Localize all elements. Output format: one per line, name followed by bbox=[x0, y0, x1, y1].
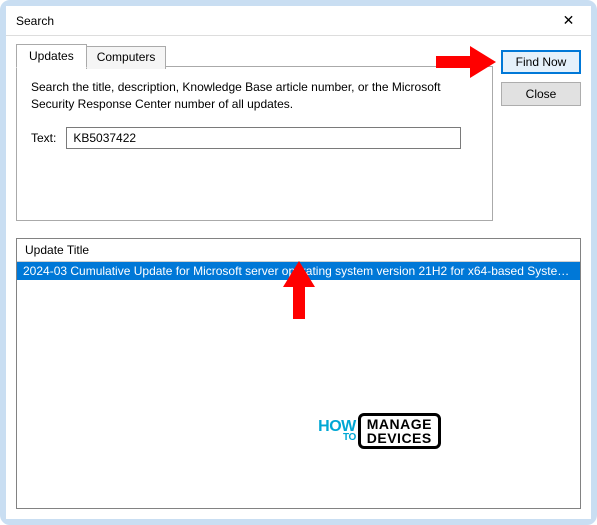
tab-updates[interactable]: Updates bbox=[16, 44, 87, 68]
search-text-input[interactable] bbox=[66, 127, 461, 149]
results-list: 2024-03 Cumulative Update for Microsoft … bbox=[17, 262, 580, 508]
close-label: Close bbox=[526, 87, 557, 101]
top-area: Updates Computers Search the title, desc… bbox=[16, 44, 581, 222]
search-dialog: Search ✕ Updates Computers Search the ti… bbox=[6, 6, 591, 519]
find-now-label: Find Now bbox=[516, 55, 567, 69]
text-label: Text: bbox=[31, 131, 56, 145]
result-row[interactable]: 2024-03 Cumulative Update for Microsoft … bbox=[17, 262, 580, 280]
results-header[interactable]: Update Title bbox=[17, 239, 580, 262]
tab-panel: Updates Computers Search the title, desc… bbox=[16, 44, 493, 222]
side-buttons: Find Now Close bbox=[501, 44, 581, 222]
tab-strip: Updates Computers bbox=[16, 44, 493, 67]
close-button[interactable]: Close bbox=[501, 82, 581, 106]
instruction-text: Search the title, description, Knowledge… bbox=[31, 79, 478, 113]
titlebar: Search ✕ bbox=[6, 6, 591, 36]
text-row: Text: bbox=[31, 127, 478, 149]
content-area: Updates Computers Search the title, desc… bbox=[6, 36, 591, 519]
close-icon: ✕ bbox=[563, 12, 575, 29]
tab-updates-label: Updates bbox=[29, 49, 74, 63]
tab-computers[interactable]: Computers bbox=[86, 46, 167, 69]
find-now-button[interactable]: Find Now bbox=[501, 50, 581, 74]
results-panel: Update Title 2024-03 Cumulative Update f… bbox=[16, 238, 581, 509]
window-close-button[interactable]: ✕ bbox=[546, 6, 591, 36]
result-row-text: 2024-03 Cumulative Update for Microsoft … bbox=[23, 264, 577, 278]
window-title: Search bbox=[16, 14, 54, 28]
tab-body: Search the title, description, Knowledge… bbox=[16, 66, 493, 221]
tab-computers-label: Computers bbox=[97, 50, 156, 64]
